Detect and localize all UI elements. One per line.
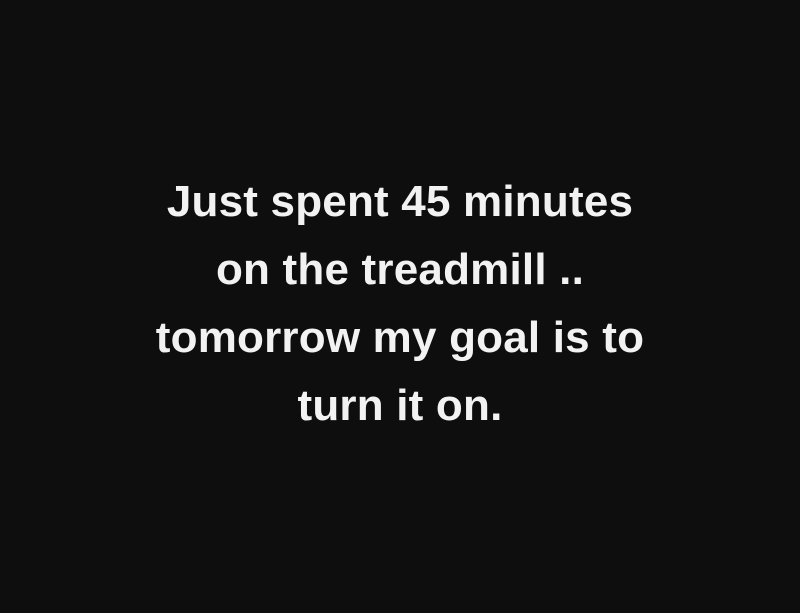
quote-line-1: Just spent 45 minutes: [166, 177, 634, 226]
quote-line-4: turn it on.: [297, 381, 503, 430]
quote-line-2: on the treadmill ..: [215, 245, 585, 294]
image-canvas: Just spent 45 minutes on the treadmill .…: [0, 0, 800, 613]
quote-text-block: Just spent 45 minutes on the treadmill .…: [0, 168, 800, 440]
quote-line-3: tomorrow my goal is to: [155, 313, 645, 362]
